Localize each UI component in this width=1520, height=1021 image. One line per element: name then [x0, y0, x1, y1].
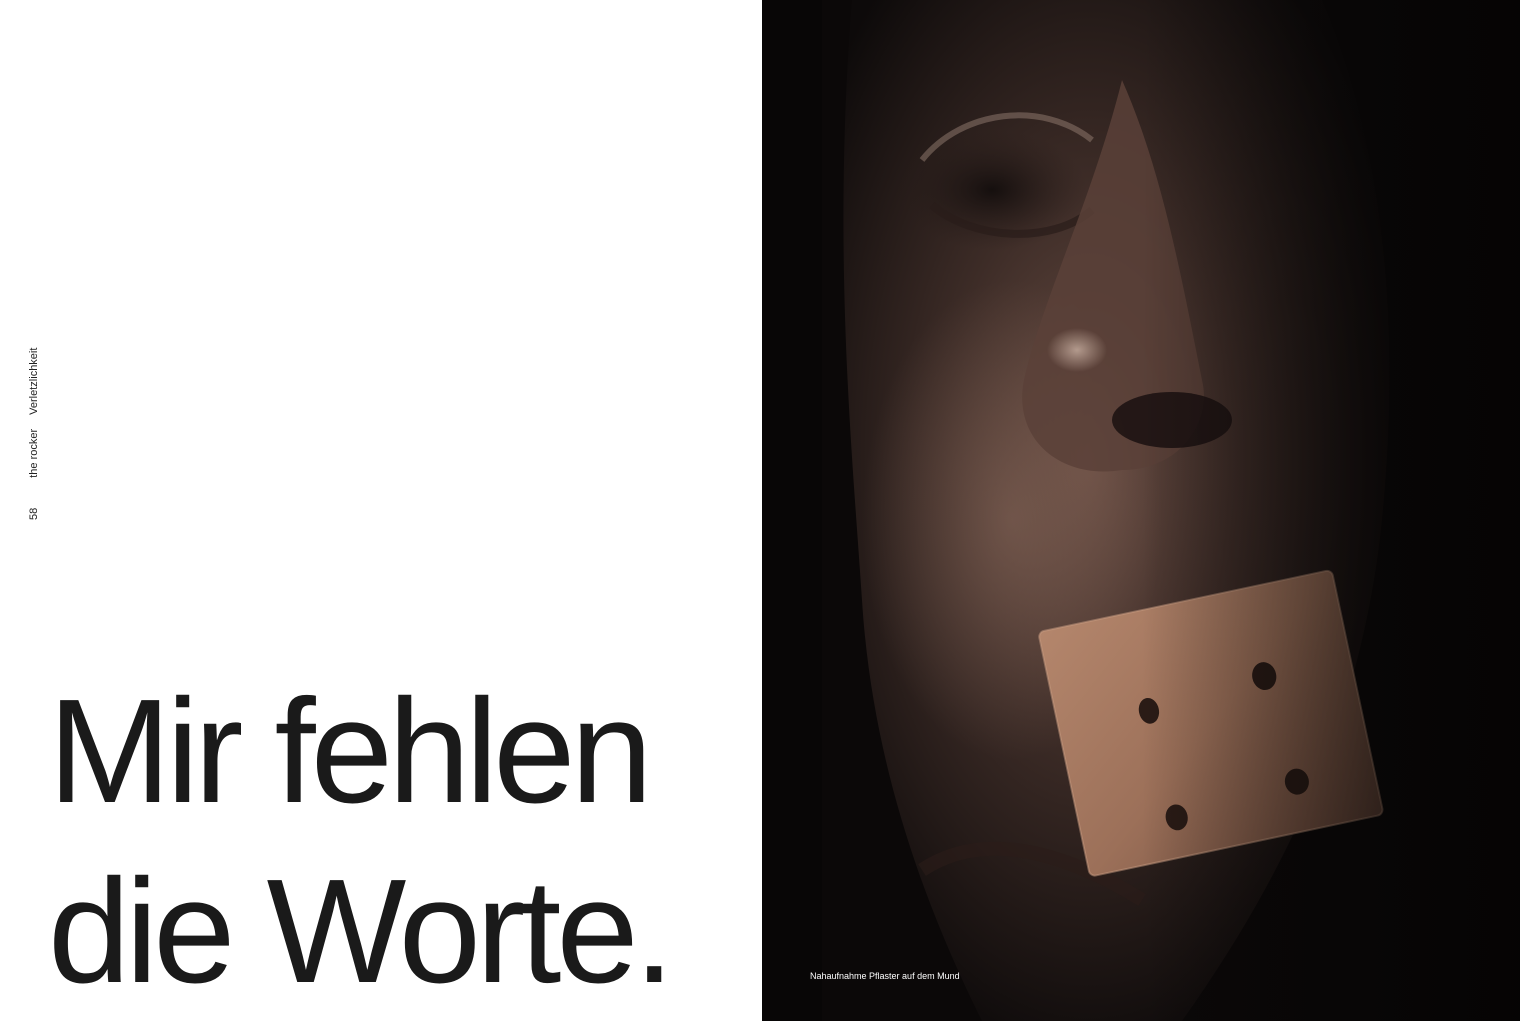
page-number: 58 — [28, 507, 40, 520]
headline: Mir fehlen die Worte. — [48, 662, 748, 1021]
running-head: 58 the rocker Verletzlichkeit — [27, 348, 41, 520]
face-plaster-photo — [762, 0, 1520, 1021]
magazine-name: the rocker — [28, 428, 40, 478]
headline-line-1: Mir fehlen — [48, 669, 653, 834]
left-page: 58 the rocker Verletzlichkeit Mir fehlen d… — [0, 0, 762, 1021]
section-name: Verletzlichkeit — [28, 347, 40, 415]
magazine-spread: 58 the rocker Verletzlichkeit Mir fehlen d… — [0, 0, 1520, 1021]
right-page: Nahaufnahme Pflaster auf dem Mund — [762, 0, 1520, 1021]
photo-caption: Nahaufnahme Pflaster auf dem Mund — [810, 971, 960, 981]
headline-line-2: die Worte. — [48, 849, 675, 1014]
